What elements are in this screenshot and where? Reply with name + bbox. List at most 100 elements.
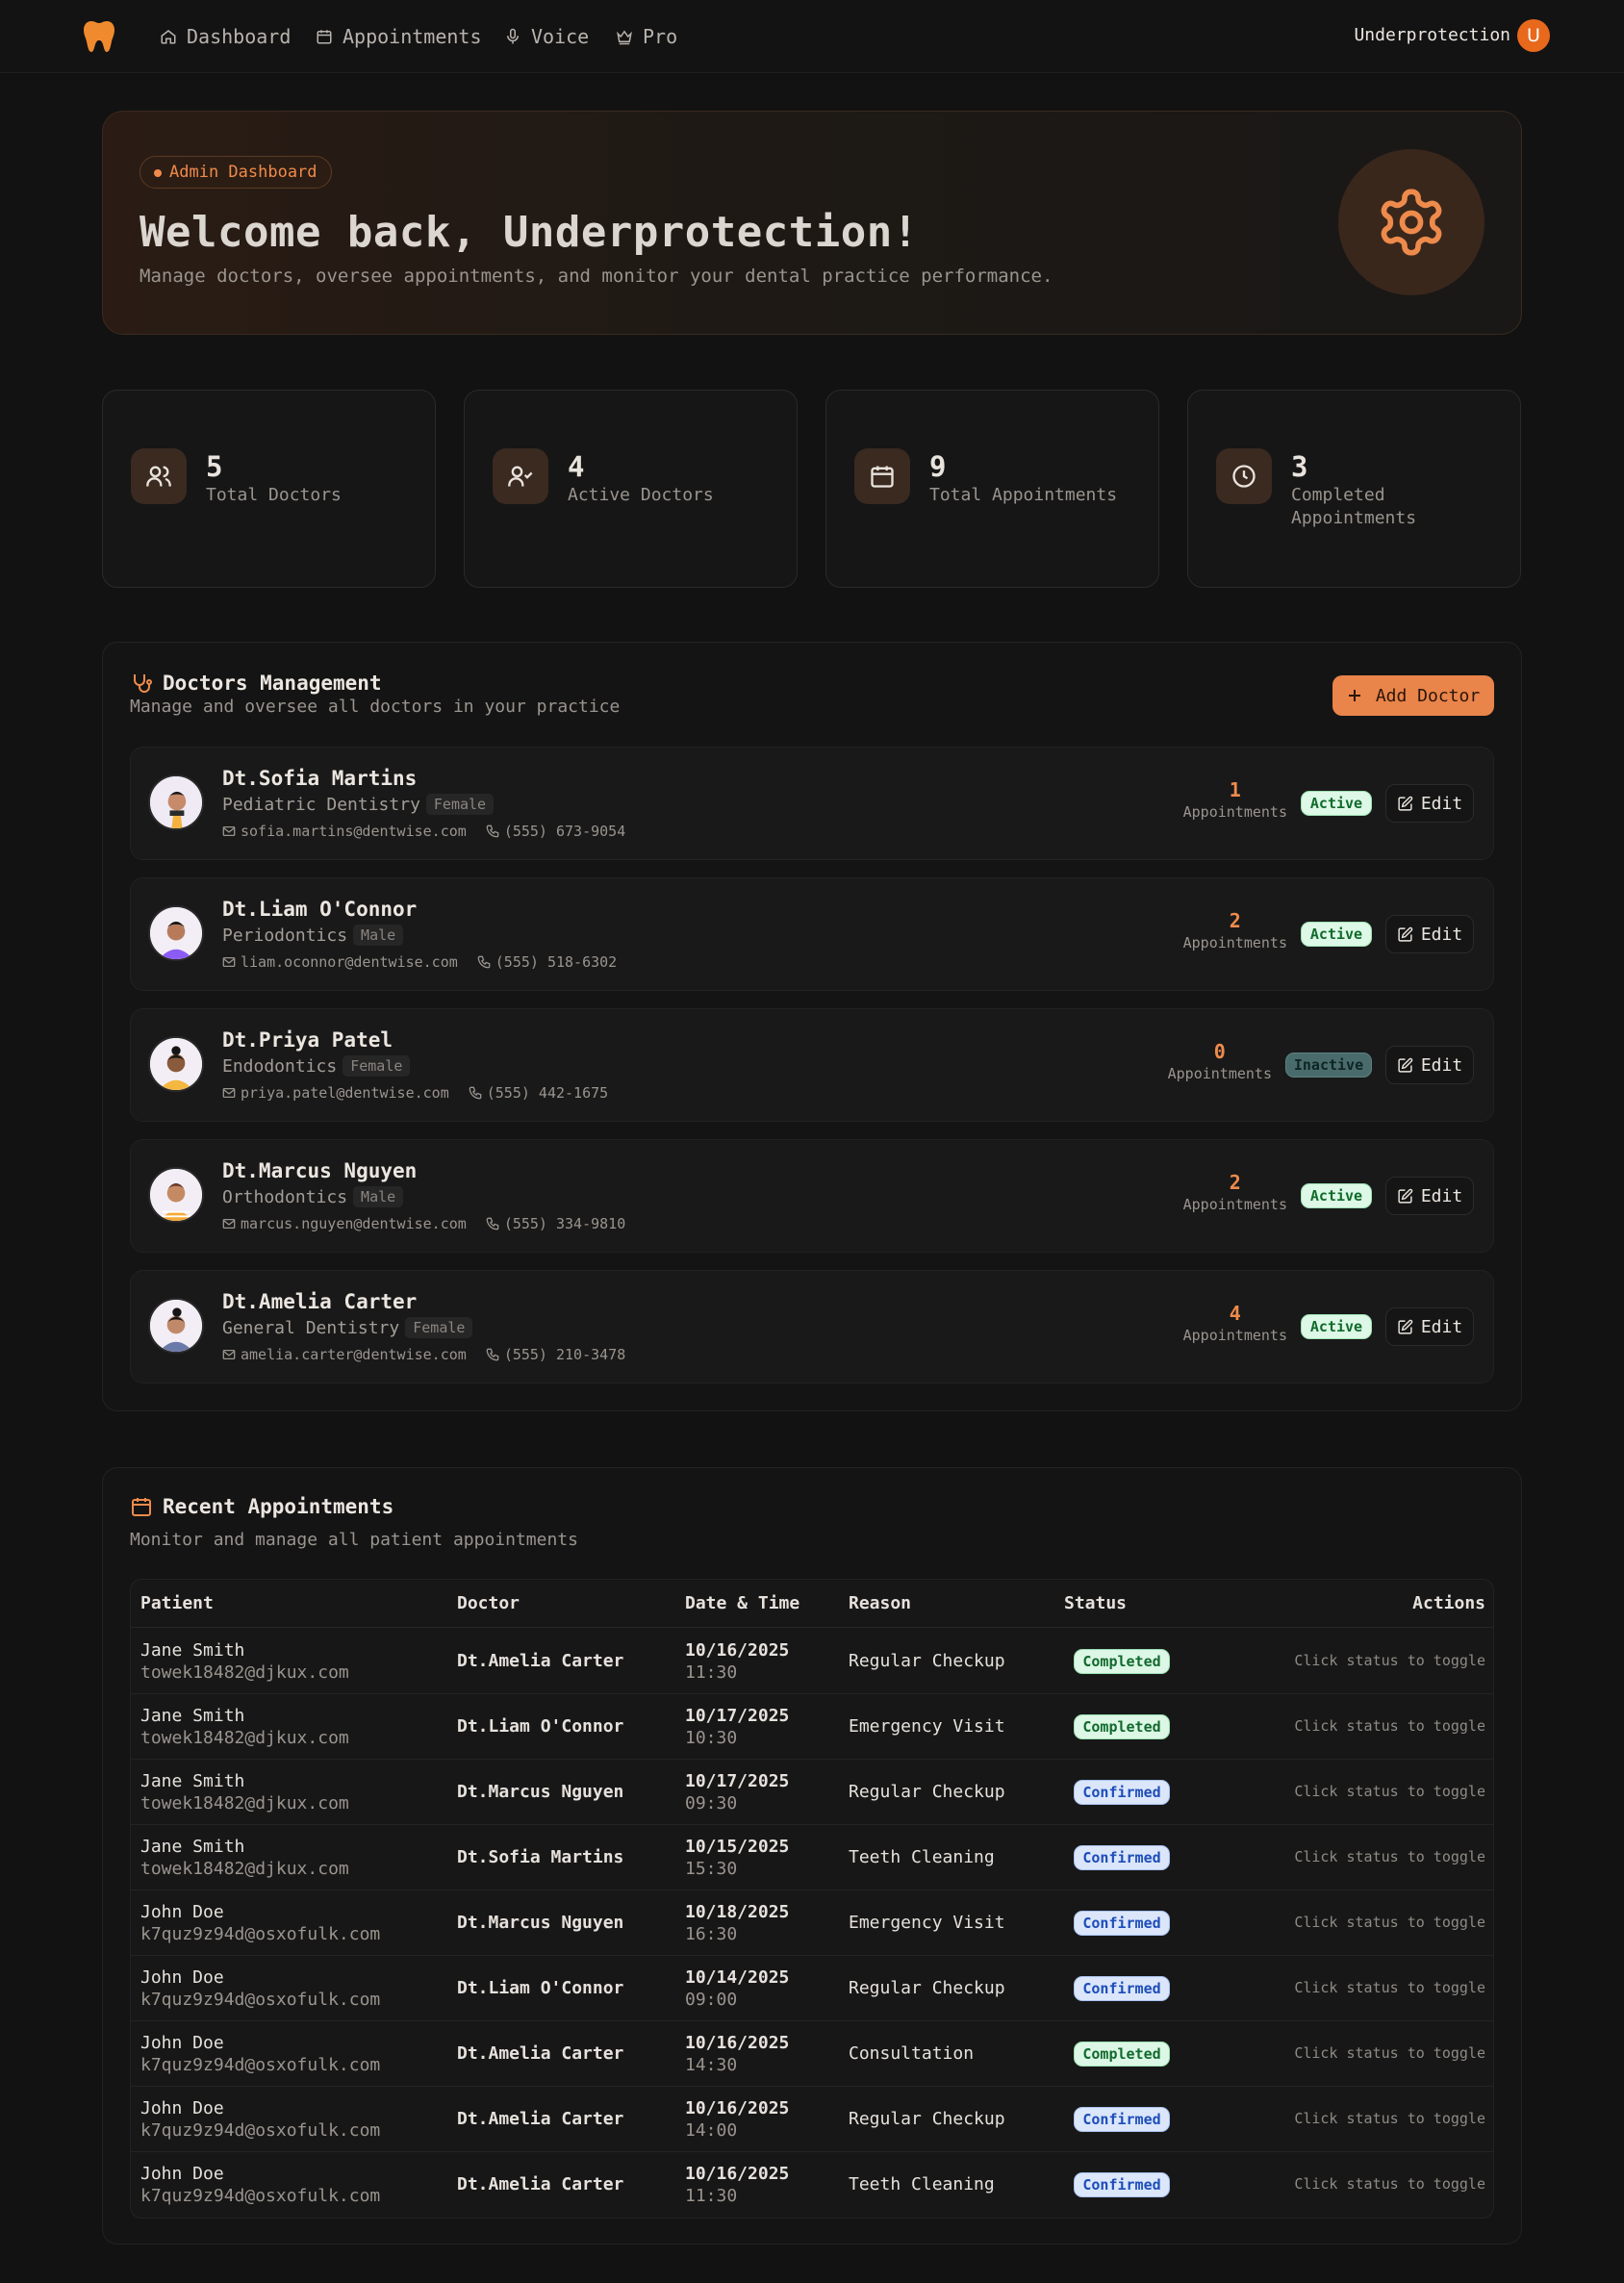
welcome-banner: Admin Dashboard Welcome back, Underprote… bbox=[102, 111, 1522, 335]
appointment-count-value: 4 bbox=[1229, 1302, 1241, 1325]
doctor-appointment-count: 2 Appointments bbox=[1183, 909, 1287, 951]
column-header-datetime: Date & Time bbox=[685, 1593, 800, 1613]
patient-cell: Jane Smith towek18482@djkux.com bbox=[140, 1770, 349, 1814]
nav-pro[interactable]: Pro bbox=[616, 23, 677, 50]
appointment-time: 14:00 bbox=[685, 2120, 738, 2141]
edit-doctor-button[interactable]: Edit bbox=[1385, 1046, 1474, 1084]
appointment-status-toggle[interactable]: Confirmed bbox=[1074, 1845, 1170, 1870]
doctor-specialty-line: Periodontics Male bbox=[222, 925, 404, 946]
column-header-reason: Reason bbox=[849, 1593, 912, 1613]
action-hint: Click status to toggle bbox=[1294, 1979, 1485, 1996]
table-row: John Doe k7quz9z94d@osxofulk.com Dt.Amelia… bbox=[131, 2021, 1493, 2087]
mail-icon bbox=[222, 824, 236, 838]
doctor-specialty: Orthodontics bbox=[222, 1186, 348, 1207]
edit-label: Edit bbox=[1420, 1316, 1463, 1337]
nav-voice[interactable]: Voice bbox=[504, 23, 589, 50]
appointments-panel-subtitle: Monitor and manage all patient appointme… bbox=[130, 1530, 578, 1550]
doctor-avatar bbox=[148, 774, 204, 830]
patient-email: towek18482@djkux.com bbox=[140, 1793, 349, 1814]
nav-dashboard-label: Dashboard bbox=[187, 25, 292, 48]
doctor-phone: (555) 442-1675 bbox=[486, 1084, 609, 1102]
action-hint: Click status to toggle bbox=[1294, 1848, 1485, 1865]
doctor-status-badge[interactable]: Active bbox=[1301, 1314, 1372, 1339]
edit-doctor-button[interactable]: Edit bbox=[1385, 1177, 1474, 1215]
patient-name: John Doe bbox=[140, 2164, 224, 2184]
user-name[interactable]: Underprotection bbox=[1354, 25, 1510, 45]
stat-value: 3 bbox=[1291, 450, 1308, 483]
doctors-panel-title-text: Doctors Management bbox=[163, 672, 382, 695]
table-row: Jane Smith towek18482@djkux.com Dt.Liam O'… bbox=[131, 1694, 1493, 1760]
nav-dashboard[interactable]: Dashboard bbox=[160, 23, 291, 50]
appointment-status-toggle[interactable]: Completed bbox=[1074, 1649, 1170, 1674]
table-header: Patient Doctor Date & Time Reason Status… bbox=[131, 1580, 1493, 1628]
datetime-cell: 10/17/2025 10:30 bbox=[685, 1705, 789, 1749]
gender-tag: Female bbox=[343, 1055, 411, 1077]
doctor-status-badge[interactable]: Active bbox=[1301, 791, 1372, 816]
patient-email: k7quz9z94d@osxofulk.com bbox=[140, 1990, 381, 2010]
reason-cell: Emergency Visit bbox=[849, 1913, 1005, 1933]
appointment-status-toggle[interactable]: Confirmed bbox=[1074, 1976, 1170, 2001]
table-row: John Doe k7quz9z94d@osxofulk.com Dt.Liam O… bbox=[131, 1956, 1493, 2021]
nav-appointments-label: Appointments bbox=[343, 25, 482, 48]
gender-tag: Female bbox=[425, 794, 495, 815]
stat-card-active-doctors: 4 Active Doctors bbox=[464, 390, 798, 588]
doctor-status-badge[interactable]: Active bbox=[1301, 1183, 1372, 1208]
doctor-status-badge[interactable]: Inactive bbox=[1285, 1053, 1372, 1078]
nav-appointments[interactable]: Appointments bbox=[316, 23, 482, 50]
table-row: Jane Smith towek18482@djkux.com Dt.Amelia … bbox=[131, 1629, 1493, 1694]
appointments-panel-title: Recent Appointments bbox=[130, 1495, 393, 1518]
gender-tag: Female bbox=[405, 1317, 473, 1338]
appointment-status-toggle[interactable]: Completed bbox=[1074, 2042, 1170, 2067]
doctor-specialty: Pediatric Dentistry bbox=[222, 794, 420, 815]
home-icon bbox=[160, 28, 177, 45]
edit-icon bbox=[1397, 1188, 1413, 1205]
doctor-avatar bbox=[148, 1036, 204, 1092]
doctor-appointment-count: 1 Appointments bbox=[1183, 778, 1287, 821]
doctor-phone: (555) 334-9810 bbox=[503, 1215, 626, 1232]
admin-badge: Admin Dashboard bbox=[140, 156, 332, 189]
doctor-phone: (555) 518-6302 bbox=[495, 953, 618, 971]
patient-cell: Jane Smith towek18482@djkux.com bbox=[140, 1836, 349, 1880]
appointment-time: 16:30 bbox=[685, 1924, 738, 1944]
reason-cell: Emergency Visit bbox=[849, 1716, 1005, 1737]
appointment-status-toggle[interactable]: Completed bbox=[1074, 1714, 1170, 1739]
doctor-phone: (555) 210-3478 bbox=[503, 1346, 626, 1363]
stat-label: Total Appointments bbox=[929, 485, 1118, 505]
patient-name: Jane Smith bbox=[140, 1837, 245, 1857]
stethoscope-icon bbox=[130, 672, 153, 695]
appointment-status-toggle[interactable]: Confirmed bbox=[1074, 1780, 1170, 1805]
user-avatar[interactable]: U bbox=[1517, 19, 1550, 52]
patient-cell: Jane Smith towek18482@djkux.com bbox=[140, 1639, 349, 1684]
doctor-status-badge[interactable]: Active bbox=[1301, 922, 1372, 947]
appointment-count-value: 2 bbox=[1229, 909, 1241, 932]
column-header-status: Status bbox=[1064, 1593, 1128, 1613]
doctor-cell: Dt.Amelia Carter bbox=[457, 1651, 624, 1671]
add-doctor-label: Add Doctor bbox=[1375, 685, 1481, 706]
mail-icon bbox=[222, 1217, 236, 1230]
doctors-management-panel: Doctors Management Manage and oversee al… bbox=[102, 642, 1522, 1411]
top-navbar: Dashboard Appointments Voice Pro Underpr… bbox=[0, 0, 1624, 73]
reason-cell: Consultation bbox=[849, 2043, 975, 2064]
datetime-cell: 10/16/2025 14:00 bbox=[685, 2097, 789, 2142]
users-icon bbox=[131, 448, 187, 504]
stat-card-total-appointments: 9 Total Appointments bbox=[825, 390, 1159, 588]
calendar-icon bbox=[130, 1495, 153, 1518]
edit-doctor-button[interactable]: Edit bbox=[1385, 915, 1474, 953]
calendar-icon bbox=[854, 448, 910, 504]
appointment-time: 15:30 bbox=[685, 1859, 738, 1879]
appointment-status-toggle[interactable]: Confirmed bbox=[1074, 1911, 1170, 1936]
doctor-name: Dt.Marcus Nguyen bbox=[222, 1159, 418, 1182]
add-doctor-button[interactable]: Add Doctor bbox=[1332, 675, 1494, 716]
doctor-specialty-line: Orthodontics Male bbox=[222, 1186, 404, 1207]
patient-cell: John Doe k7quz9z94d@osxofulk.com bbox=[140, 1966, 380, 2011]
column-header-actions: Actions bbox=[1412, 1593, 1485, 1613]
tooth-logo-icon[interactable] bbox=[83, 19, 115, 54]
datetime-cell: 10/14/2025 09:00 bbox=[685, 1966, 789, 2011]
table-row: Jane Smith towek18482@djkux.com Dt.Sofia M… bbox=[131, 1825, 1493, 1890]
edit-doctor-button[interactable]: Edit bbox=[1385, 784, 1474, 823]
appointment-status-toggle[interactable]: Confirmed bbox=[1074, 2172, 1170, 2197]
doctors-panel-subtitle: Manage and oversee all doctors in your p… bbox=[130, 697, 621, 717]
appointment-status-toggle[interactable]: Confirmed bbox=[1074, 2107, 1170, 2132]
edit-doctor-button[interactable]: Edit bbox=[1385, 1307, 1474, 1346]
appointment-count-value: 1 bbox=[1229, 778, 1241, 801]
